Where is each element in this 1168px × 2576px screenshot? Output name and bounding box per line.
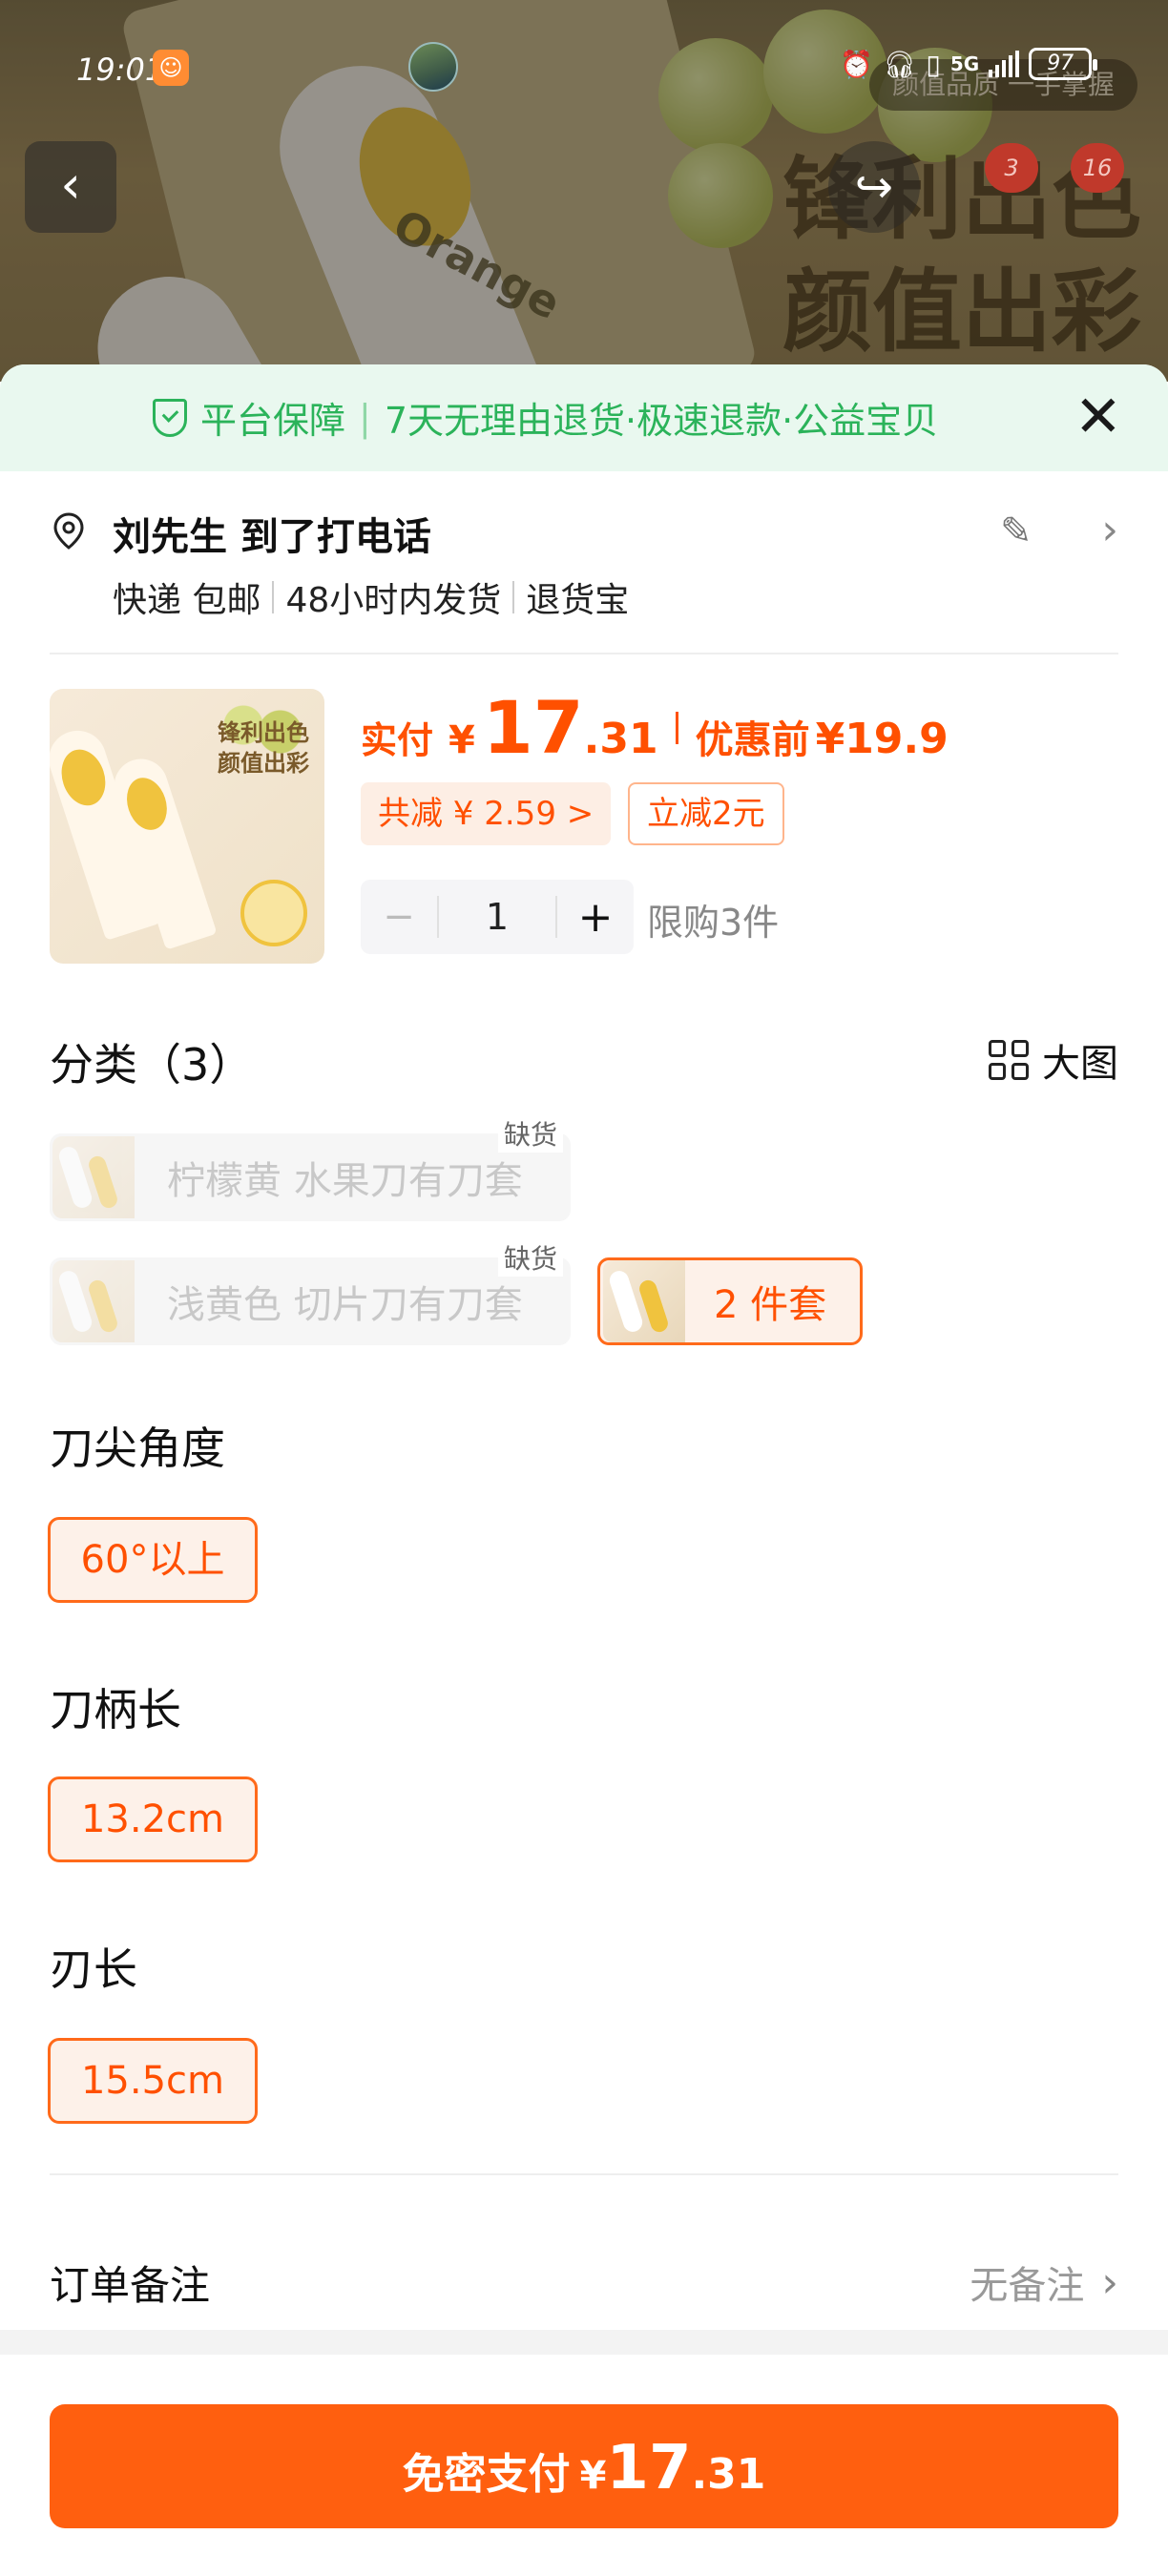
product-thumbnail[interactable]: 锋利出色 颜值出彩 [50, 689, 324, 964]
chevron-left-icon: ‹ [60, 155, 81, 215]
order-note-value: 无备注 [970, 2264, 1085, 2308]
instant-discount-tag: 立减2元 [628, 782, 784, 845]
share-button[interactable]: ↪ [828, 141, 920, 233]
checkout-sheet: 平台保障 | 7天无理由退货·极速退款·公益宝贝 ✕ 刘先生 到了打电话 快递 … [0, 364, 1168, 2576]
big-view-toggle[interactable]: 大图 [989, 1032, 1118, 1088]
spec-value-blade-length[interactable]: 15.5cm [48, 2038, 258, 2124]
sold-out-label: 缺货 [497, 1114, 563, 1153]
total-discount-tag[interactable]: 共减 ¥ 2.59 > [361, 782, 612, 845]
order-note-row[interactable]: 订单备注 无备注 › [50, 2221, 1118, 2343]
status-time: 19:01 [76, 52, 165, 88]
increase-button[interactable]: + [557, 893, 634, 942]
option-thumbnail [52, 1136, 135, 1218]
spec-value-handle-length[interactable]: 13.2cm [48, 1776, 258, 1862]
battery-icon: 97 [1029, 48, 1098, 80]
close-button[interactable]: ✕ [1074, 384, 1122, 450]
receiver-name: 刘先生 到了打电话 [113, 515, 431, 559]
option-thumbnail [52, 1260, 135, 1342]
spec-title-blade-length: 刃长 [50, 1943, 137, 1995]
close-icon: ✕ [1074, 384, 1122, 450]
alarm-icon: ⏰ [840, 48, 873, 80]
chevron-right-icon: › [1101, 506, 1118, 554]
back-button[interactable]: ‹ [25, 141, 116, 233]
quantity-value[interactable]: 1 [437, 896, 557, 938]
section-separator [0, 2330, 1168, 2355]
divider [50, 653, 1118, 654]
quantity-stepper: − 1 + [361, 880, 634, 954]
order-note-label: 订单备注 [50, 2261, 211, 2309]
grid-icon [989, 1040, 1029, 1080]
thumbnail-slogan: 锋利出色 颜值出彩 [218, 718, 309, 777]
category-title: 分类（3） [50, 1039, 254, 1091]
price-line: 实付 ¥ 17 .31 优惠前 ¥19.9 [361, 685, 949, 770]
platform-guarantee-bar: 平台保障 | 7天无理由退货·极速退款·公益宝贝 ✕ [0, 364, 1168, 471]
pay-button[interactable]: 免密支付 ¥ 17 .31 [50, 2404, 1118, 2528]
app-notification-icon: ☺ [153, 50, 189, 86]
category-option-2-piece-set[interactable]: 2 件套 [597, 1257, 863, 1345]
spec-title-tip-angle: 刀尖角度 [50, 1423, 225, 1474]
network-type: 5G [949, 52, 980, 75]
location-pin-icon [53, 512, 84, 550]
status-bar: 19:01 ☺ ⏰ 🎧︎ ▯ 5G 97 [0, 0, 1168, 134]
edit-pencil-icon[interactable]: ✎ [1000, 509, 1032, 553]
chevron-right-icon: › [1101, 2257, 1118, 2307]
spec-value-tip-angle[interactable]: 60°以上 [48, 1517, 258, 1603]
sold-out-label: 缺货 [497, 1238, 563, 1277]
notification-thumbnail-icon [408, 42, 458, 92]
guarantee-items: 7天无理由退货·极速退款·公益宝贝 [384, 400, 939, 442]
headphones-icon: 🎧︎ [882, 48, 917, 80]
count-badge: 3 [985, 143, 1038, 193]
signal-icon [989, 51, 1020, 77]
spec-title-handle-length: 刀柄长 [50, 1684, 181, 1735]
category-option-light-yellow[interactable]: 浅黄色 切片刀有刀套 缺货 [50, 1238, 571, 1345]
delivery-info: 快递 包邮 48小时内发货 退货宝 [113, 581, 630, 620]
share-icon: ↪ [854, 160, 894, 214]
decrease-button[interactable]: − [361, 895, 437, 939]
cart-count-badge: 16 [1071, 143, 1124, 193]
divider [50, 2173, 1118, 2175]
category-option-lemon-yellow[interactable]: 柠檬黄 水果刀有刀套 缺货 [50, 1114, 571, 1221]
guarantee-title: 平台保障 [200, 400, 346, 442]
shield-check-icon [153, 398, 187, 437]
battery-saver-icon: ▯ [926, 48, 941, 80]
option-thumbnail [603, 1260, 685, 1342]
purchase-limit: 限购3件 [647, 902, 780, 944]
